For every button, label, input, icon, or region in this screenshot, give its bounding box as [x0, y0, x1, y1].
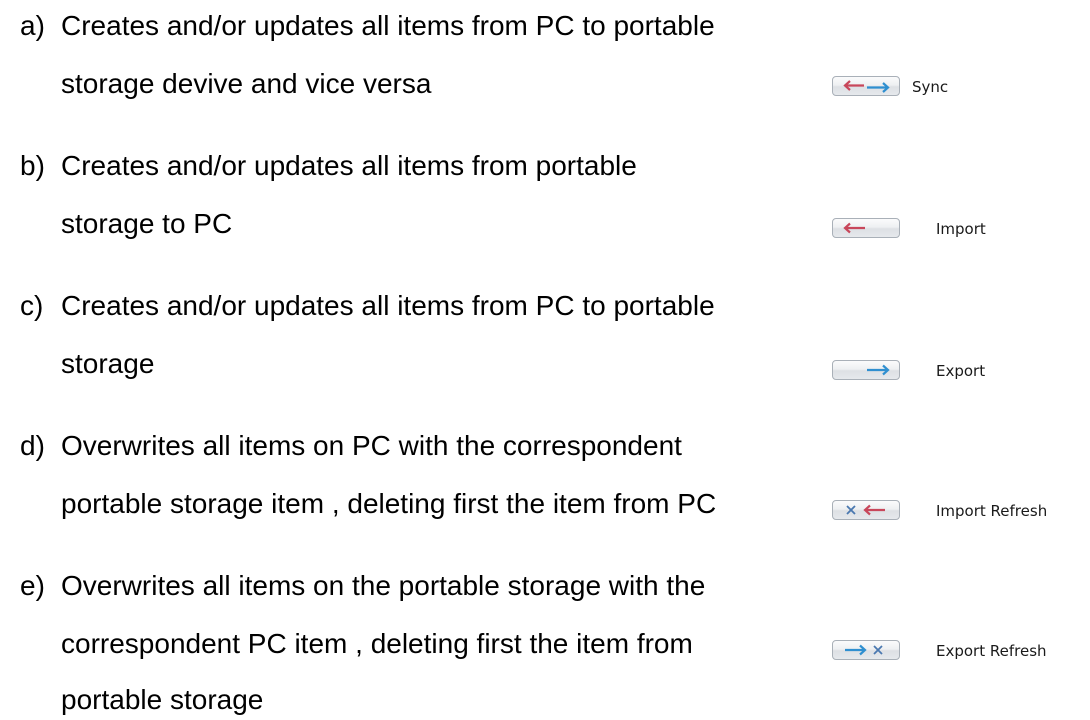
left-arrow-icon: [843, 222, 865, 234]
import-button-group[interactable]: Import: [832, 218, 1087, 240]
item-description-line: correspondent PC item , deleting first t…: [61, 628, 693, 659]
import-label: Import: [936, 220, 986, 238]
right-arrow-icon: [867, 364, 890, 376]
delete-left-arrow-icon: [846, 504, 885, 516]
import-refresh-label: Import Refresh: [936, 502, 1048, 520]
item-description-line: storage devive and vice versa: [61, 68, 432, 99]
item-description-line: storage to PC: [61, 208, 233, 239]
item-description-line: Creates and/or updates all items from PC…: [61, 290, 715, 321]
item-description-line: portable storage: [61, 684, 264, 715]
import-refresh-button-group[interactable]: Import Refresh: [832, 500, 1087, 522]
sync-label: Sync: [912, 78, 949, 96]
import-refresh-button[interactable]: [832, 500, 900, 520]
item-marker: b): [20, 150, 45, 181]
export-label: Export: [936, 362, 986, 380]
item-description-line: Overwrites all items on PC with the corr…: [61, 430, 682, 461]
item-marker: d): [20, 430, 45, 461]
export-refresh-button[interactable]: [832, 640, 900, 660]
item-marker: c): [20, 290, 44, 321]
left-right-arrows-icon: [843, 80, 890, 93]
item-marker: a): [20, 10, 45, 41]
sync-button[interactable]: [832, 76, 900, 96]
item-description-line: portable storage item , deleting first t…: [61, 488, 717, 519]
export-button[interactable]: [832, 360, 900, 380]
item-description-line: Creates and/or updates all items from PC…: [61, 10, 715, 41]
export-refresh-label: Export Refresh: [936, 642, 1047, 660]
item-marker: e): [20, 570, 45, 601]
item-description-line: Creates and/or updates all items from po…: [61, 150, 637, 181]
item-description-line: Overwrites all items on the portable sto…: [61, 570, 706, 601]
right-arrow-delete-icon: [845, 644, 883, 656]
sync-button-group[interactable]: Sync: [832, 76, 1087, 98]
export-button-group[interactable]: Export: [832, 360, 1087, 382]
import-button[interactable]: [832, 218, 900, 238]
item-description-line: storage: [61, 348, 155, 379]
export-refresh-button-group[interactable]: Export Refresh: [832, 640, 1087, 662]
